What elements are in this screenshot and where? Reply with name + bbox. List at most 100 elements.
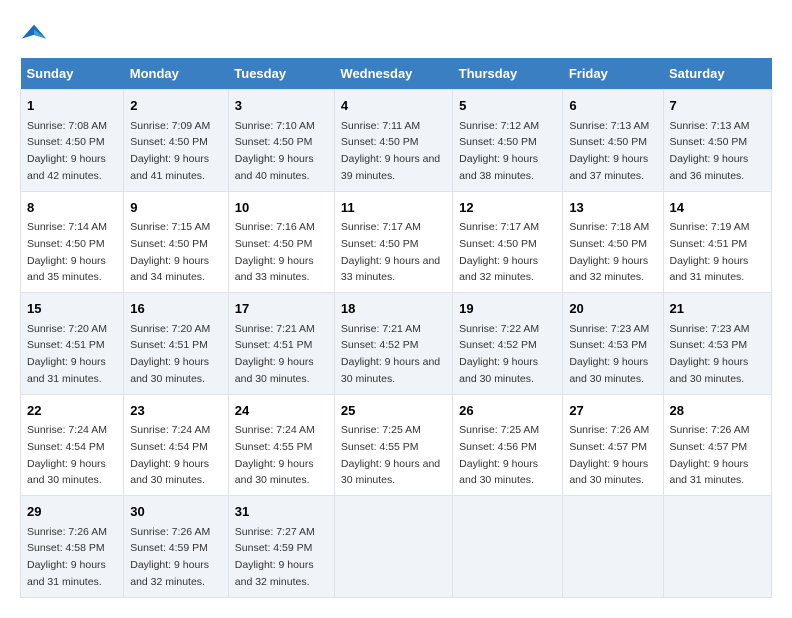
day-number: 28 [670,401,766,421]
day-info: Sunrise: 7:24 AMSunset: 4:54 PMDaylight:… [27,424,107,486]
day-cell: 25 Sunrise: 7:25 AMSunset: 4:55 PMDayligh… [334,394,452,496]
day-cell: 15 Sunrise: 7:20 AMSunset: 4:51 PMDayligh… [21,293,124,395]
day-cell [334,496,452,598]
day-cell: 24 Sunrise: 7:24 AMSunset: 4:55 PMDayligh… [228,394,334,496]
logo [20,20,52,48]
day-cell: 26Sunrise: 7:25 AMSunset: 4:56 PMDayligh… [453,394,563,496]
day-info: Sunrise: 7:11 AMSunset: 4:50 PMDaylight:… [341,120,440,182]
day-cell: 12Sunrise: 7:17 AMSunset: 4:50 PMDayligh… [453,191,563,293]
day-number: 31 [235,502,328,522]
day-cell: 9 Sunrise: 7:15 AMSunset: 4:50 PMDaylight… [124,191,229,293]
week-row-1: 1Sunrise: 7:08 AMSunset: 4:50 PMDaylight… [21,90,772,192]
week-row-4: 22 Sunrise: 7:24 AMSunset: 4:54 PMDayligh… [21,394,772,496]
day-info: Sunrise: 7:23 AMSunset: 4:53 PMDaylight:… [569,323,649,385]
day-number: 4 [341,96,446,116]
day-info: Sunrise: 7:26 AMSunset: 4:59 PMDaylight:… [130,526,210,588]
day-info: Sunrise: 7:12 AMSunset: 4:50 PMDaylight:… [459,120,539,182]
week-row-2: 8 Sunrise: 7:14 AMSunset: 4:50 PMDaylight… [21,191,772,293]
day-number: 2 [130,96,222,116]
day-info: Sunrise: 7:25 AMSunset: 4:56 PMDaylight:… [459,424,539,486]
day-number: 22 [27,401,117,421]
day-info: Sunrise: 7:09 AMSunset: 4:50 PMDaylight:… [130,120,210,182]
day-cell: 18 Sunrise: 7:21 AMSunset: 4:52 PMDayligh… [334,293,452,395]
day-cell: 30 Sunrise: 7:26 AMSunset: 4:59 PMDayligh… [124,496,229,598]
day-cell: 13 Sunrise: 7:18 AMSunset: 4:50 PMDayligh… [563,191,663,293]
calendar-table: SundayMondayTuesdayWednesdayThursdayFrid… [20,58,772,598]
day-number: 11 [341,198,446,218]
day-cell: 17 Sunrise: 7:21 AMSunset: 4:51 PMDayligh… [228,293,334,395]
day-number: 7 [670,96,766,116]
day-number: 12 [459,198,556,218]
day-info: Sunrise: 7:13 AMSunset: 4:50 PMDaylight:… [569,120,649,182]
day-number: 14 [670,198,766,218]
day-info: Sunrise: 7:22 AMSunset: 4:52 PMDaylight:… [459,323,539,385]
header-cell-friday: Friday [563,58,663,90]
logo-icon [20,20,48,48]
day-cell: 2 Sunrise: 7:09 AMSunset: 4:50 PMDaylight… [124,90,229,192]
day-info: Sunrise: 7:26 AMSunset: 4:57 PMDaylight:… [569,424,649,486]
day-cell [453,496,563,598]
header-cell-thursday: Thursday [453,58,563,90]
day-cell: 10 Sunrise: 7:16 AMSunset: 4:50 PMDayligh… [228,191,334,293]
day-info: Sunrise: 7:18 AMSunset: 4:50 PMDaylight:… [569,221,649,283]
day-number: 9 [130,198,222,218]
day-number: 8 [27,198,117,218]
header-cell-tuesday: Tuesday [228,58,334,90]
day-number: 27 [569,401,656,421]
day-info: Sunrise: 7:20 AMSunset: 4:51 PMDaylight:… [27,323,107,385]
day-cell: 20 Sunrise: 7:23 AMSunset: 4:53 PMDayligh… [563,293,663,395]
day-number: 23 [130,401,222,421]
day-number: 6 [569,96,656,116]
day-number: 5 [459,96,556,116]
day-info: Sunrise: 7:25 AMSunset: 4:55 PMDaylight:… [341,424,440,486]
day-number: 1 [27,96,117,116]
day-info: Sunrise: 7:10 AMSunset: 4:50 PMDaylight:… [235,120,315,182]
day-cell: 5 Sunrise: 7:12 AMSunset: 4:50 PMDaylight… [453,90,563,192]
day-number: 16 [130,299,222,319]
day-cell [663,496,772,598]
day-info: Sunrise: 7:14 AMSunset: 4:50 PMDaylight:… [27,221,107,283]
day-number: 15 [27,299,117,319]
day-cell: 28Sunrise: 7:26 AMSunset: 4:57 PMDayligh… [663,394,772,496]
day-cell: 19 Sunrise: 7:22 AMSunset: 4:52 PMDayligh… [453,293,563,395]
day-number: 24 [235,401,328,421]
day-info: Sunrise: 7:19 AMSunset: 4:51 PMDaylight:… [670,221,750,283]
header-row: SundayMondayTuesdayWednesdayThursdayFrid… [21,58,772,90]
day-cell: 29Sunrise: 7:26 AMSunset: 4:58 PMDayligh… [21,496,124,598]
day-info: Sunrise: 7:23 AMSunset: 4:53 PMDaylight:… [670,323,750,385]
day-number: 18 [341,299,446,319]
week-row-5: 29Sunrise: 7:26 AMSunset: 4:58 PMDayligh… [21,496,772,598]
day-info: Sunrise: 7:17 AMSunset: 4:50 PMDaylight:… [341,221,440,283]
day-info: Sunrise: 7:13 AMSunset: 4:50 PMDaylight:… [670,120,750,182]
day-cell: 23 Sunrise: 7:24 AMSunset: 4:54 PMDayligh… [124,394,229,496]
day-cell: 11 Sunrise: 7:17 AMSunset: 4:50 PMDayligh… [334,191,452,293]
day-cell: 27 Sunrise: 7:26 AMSunset: 4:57 PMDayligh… [563,394,663,496]
header-cell-monday: Monday [124,58,229,90]
header-cell-sunday: Sunday [21,58,124,90]
day-info: Sunrise: 7:15 AMSunset: 4:50 PMDaylight:… [130,221,210,283]
header-cell-wednesday: Wednesday [334,58,452,90]
day-info: Sunrise: 7:24 AMSunset: 4:55 PMDaylight:… [235,424,315,486]
day-cell: 22 Sunrise: 7:24 AMSunset: 4:54 PMDayligh… [21,394,124,496]
day-cell: 8 Sunrise: 7:14 AMSunset: 4:50 PMDaylight… [21,191,124,293]
day-number: 13 [569,198,656,218]
day-number: 20 [569,299,656,319]
day-cell: 3 Sunrise: 7:10 AMSunset: 4:50 PMDaylight… [228,90,334,192]
day-cell: 7 Sunrise: 7:13 AMSunset: 4:50 PMDaylight… [663,90,772,192]
day-info: Sunrise: 7:27 AMSunset: 4:59 PMDaylight:… [235,526,315,588]
day-cell: 31 Sunrise: 7:27 AMSunset: 4:59 PMDayligh… [228,496,334,598]
day-info: Sunrise: 7:24 AMSunset: 4:54 PMDaylight:… [130,424,210,486]
day-number: 10 [235,198,328,218]
day-info: Sunrise: 7:21 AMSunset: 4:52 PMDaylight:… [341,323,440,385]
day-info: Sunrise: 7:16 AMSunset: 4:50 PMDaylight:… [235,221,315,283]
header-cell-saturday: Saturday [663,58,772,90]
day-info: Sunrise: 7:20 AMSunset: 4:51 PMDaylight:… [130,323,210,385]
day-info: Sunrise: 7:21 AMSunset: 4:51 PMDaylight:… [235,323,315,385]
day-number: 29 [27,502,117,522]
day-number: 19 [459,299,556,319]
day-number: 30 [130,502,222,522]
day-number: 25 [341,401,446,421]
day-number: 17 [235,299,328,319]
day-number: 3 [235,96,328,116]
day-cell: 1Sunrise: 7:08 AMSunset: 4:50 PMDaylight… [21,90,124,192]
